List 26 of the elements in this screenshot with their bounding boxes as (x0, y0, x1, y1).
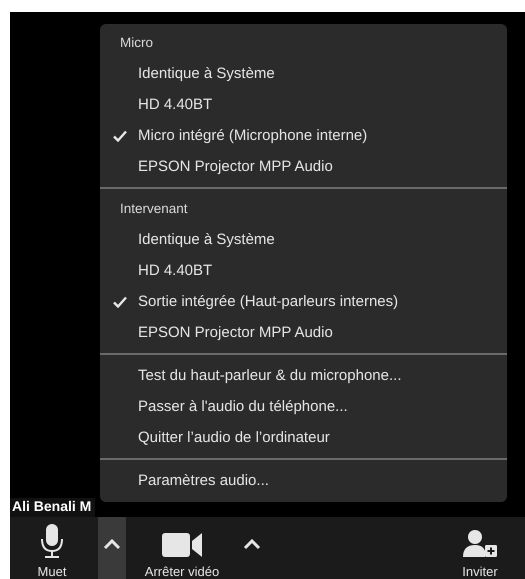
menu-item[interactable]: Sortie intégrée (Haut-parleurs internes) (100, 286, 507, 317)
menu-item[interactable]: EPSON Projector MPP Audio (100, 151, 507, 182)
mute-button[interactable]: Muet (10, 517, 94, 579)
menu-section-title: Intervenant (119, 200, 189, 218)
stop-video-button[interactable]: Arrêter vidéo (126, 517, 238, 579)
caret-icon (103, 538, 121, 550)
menu-item[interactable]: Passer à l'audio du téléphone... (100, 391, 507, 422)
invite-button[interactable]: Inviter (450, 517, 510, 579)
menu-section-title: Micro (119, 34, 154, 52)
menu-item[interactable]: EPSON Projector MPP Audio (100, 317, 507, 348)
menu-item[interactable]: HD 4.40BT (100, 255, 507, 286)
video-camera-icon (161, 531, 203, 559)
add-person-icon (463, 529, 497, 559)
menu-item[interactable]: Test du haut-parleur & du microphone... (100, 360, 507, 391)
checkmark-icon (113, 130, 127, 142)
menu-item[interactable]: Micro intégré (Microphone interne) (100, 120, 507, 151)
menu-item[interactable]: Paramètres audio... (100, 465, 507, 496)
checkmark-icon (113, 296, 127, 308)
menu-item[interactable]: Identique à Système (100, 58, 507, 89)
menu-item[interactable]: HD 4.40BT (100, 89, 507, 120)
menu-item[interactable]: Identique à Système (100, 224, 507, 255)
microphone-icon (40, 523, 64, 559)
participant-name: Ali Benali M (10, 498, 96, 517)
caret-icon (243, 538, 261, 550)
caret-button[interactable] (98, 517, 126, 579)
menu-item[interactable]: Quitter l’audio de l’ordinateur (100, 422, 507, 453)
